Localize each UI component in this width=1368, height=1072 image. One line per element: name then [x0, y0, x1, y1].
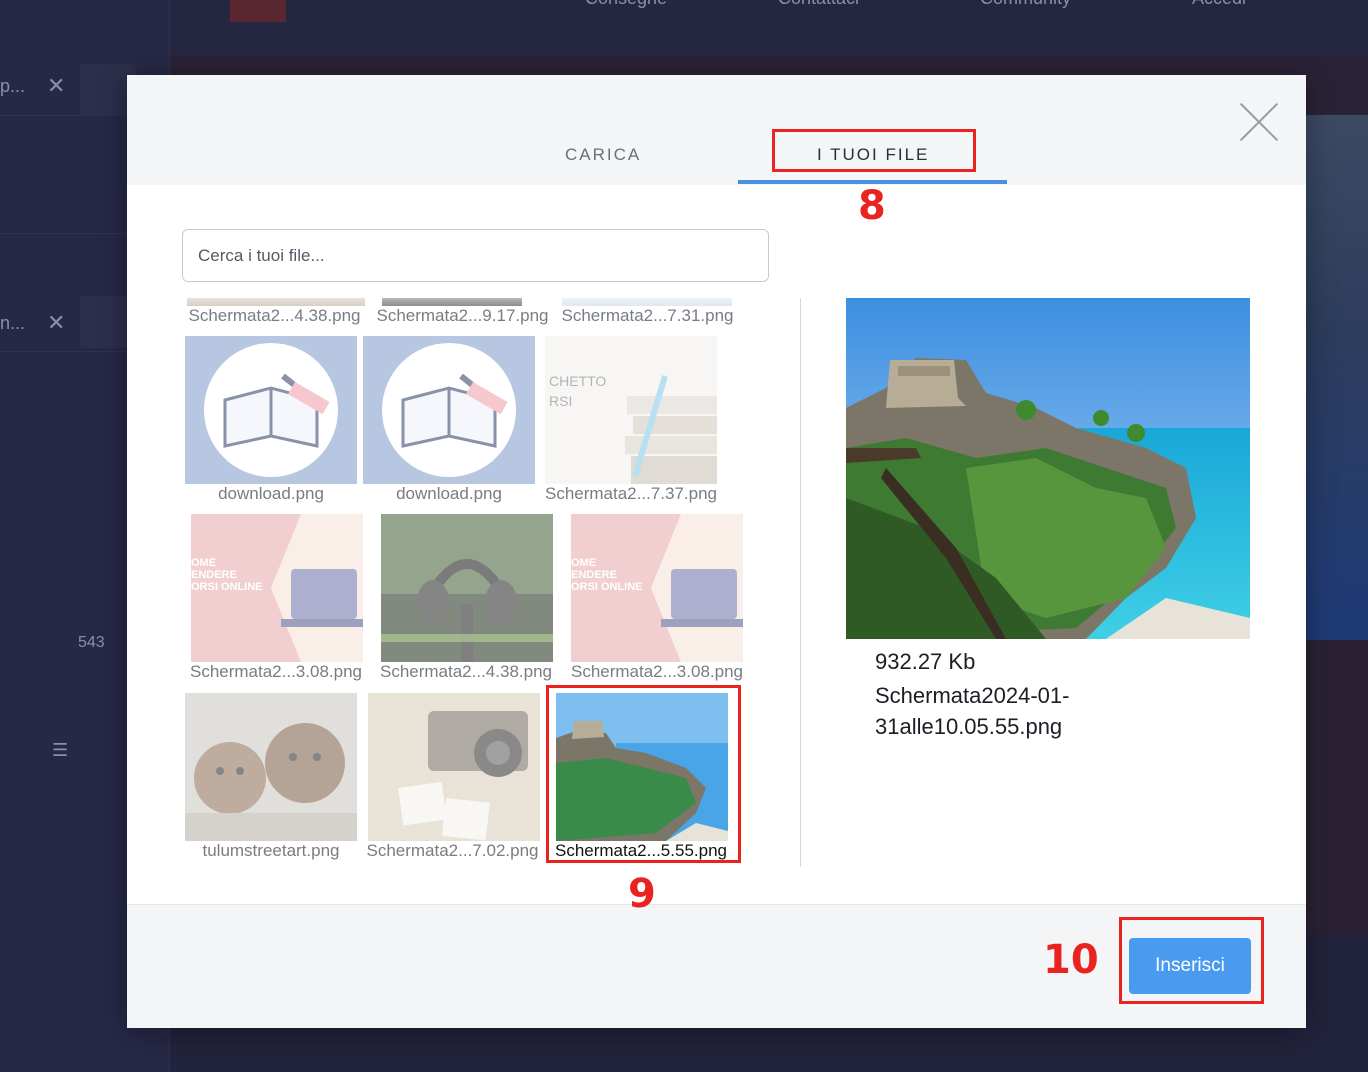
tab-upload[interactable]: CARICA — [565, 145, 641, 165]
background-count: 543 — [78, 634, 105, 651]
file-picker-modal: CARICA I TUOI FILE Schermata2...4.38.png… — [127, 75, 1306, 1028]
preview-image — [846, 298, 1250, 639]
search-input[interactable] — [182, 229, 769, 282]
file-name-label[interactable]: Schermata2...9.17.png — [370, 306, 555, 326]
book-writing-icon[interactable] — [185, 336, 357, 484]
annotation-box — [1119, 917, 1264, 1004]
close-icon[interactable]: ✕ — [47, 74, 65, 99]
file-name-label[interactable]: download.png — [185, 484, 357, 504]
background-topbar — [170, 0, 1368, 56]
list-icon[interactable]: ☰ — [52, 740, 68, 761]
file-name-label[interactable]: tulumstreetart.png — [182, 841, 360, 861]
file-name-label[interactable]: Schermata2...4.38.png — [182, 306, 367, 326]
file-thumbnail-partial[interactable] — [562, 298, 732, 306]
background-nav-item[interactable]: Community — [980, 0, 1071, 9]
annotation-box — [772, 129, 976, 172]
svg-text:ENDERE: ENDERE — [191, 569, 237, 581]
file-name-label[interactable]: Schermata2...7.31.png — [555, 306, 740, 326]
annotation-number: 8 — [858, 183, 886, 229]
file-name-label[interactable]: Schermata2...7.37.png — [536, 484, 726, 504]
file-thumbnail-partial[interactable] — [187, 298, 365, 306]
annotation-box — [546, 685, 741, 863]
file-name-label[interactable]: Schermata2...4.38.png — [371, 662, 561, 682]
svg-text:CHETTO: CHETTO — [549, 373, 606, 389]
camera-photos-image[interactable] — [368, 693, 540, 841]
close-icon[interactable]: ✕ — [47, 311, 65, 336]
svg-text:OME: OME — [191, 557, 216, 569]
course-banner-image[interactable]: OME ENDERE ORSI ONLINE — [191, 514, 363, 662]
svg-text:OME: OME — [571, 557, 596, 569]
file-name-label[interactable]: Schermata2...7.02.png — [360, 841, 545, 861]
background-panel — [1305, 640, 1368, 935]
tulum-ruins-image — [846, 298, 1250, 639]
preview-file-name: Schermata2024-01-31alle10.05.55.png — [875, 683, 1070, 739]
svg-text:ORSI ONLINE: ORSI ONLINE — [571, 581, 643, 593]
file-name-label[interactable]: Schermata2...3.08.png — [562, 662, 752, 682]
close-icon[interactable] — [1240, 103, 1278, 141]
background-nav-item[interactable]: Accedi — [1192, 0, 1246, 9]
books-stack-image[interactable]: CHETTO RSI — [545, 336, 717, 484]
svg-text:ORSI ONLINE: ORSI ONLINE — [191, 581, 263, 593]
file-name-label[interactable]: Schermata2...3.08.png — [182, 662, 370, 682]
annotation-number: 9 — [628, 871, 656, 917]
background-image — [1305, 115, 1368, 640]
file-name-label[interactable]: download.png — [363, 484, 535, 504]
svg-text:RSI: RSI — [549, 393, 572, 409]
svg-text:ENDERE: ENDERE — [571, 569, 617, 581]
divider — [800, 298, 801, 867]
background-logo — [230, 0, 286, 22]
street-art-image[interactable] — [185, 693, 357, 841]
preview-file-size: 932.27 Kb — [875, 649, 976, 674]
file-thumbnail-partial[interactable] — [382, 298, 522, 306]
annotation-number: 10 — [1043, 937, 1099, 983]
background-nav-item[interactable]: Consegne — [585, 0, 667, 9]
background-row-text: n... — [0, 313, 26, 333]
headphones-image[interactable] — [381, 514, 553, 662]
background-row-text: p... — [0, 76, 26, 96]
book-writing-icon[interactable] — [363, 336, 535, 484]
modal-header: CARICA I TUOI FILE — [127, 75, 1306, 185]
background-nav-item[interactable]: Contattaci — [778, 0, 859, 9]
course-banner-image[interactable]: OME ENDERE ORSI ONLINE — [571, 514, 743, 662]
